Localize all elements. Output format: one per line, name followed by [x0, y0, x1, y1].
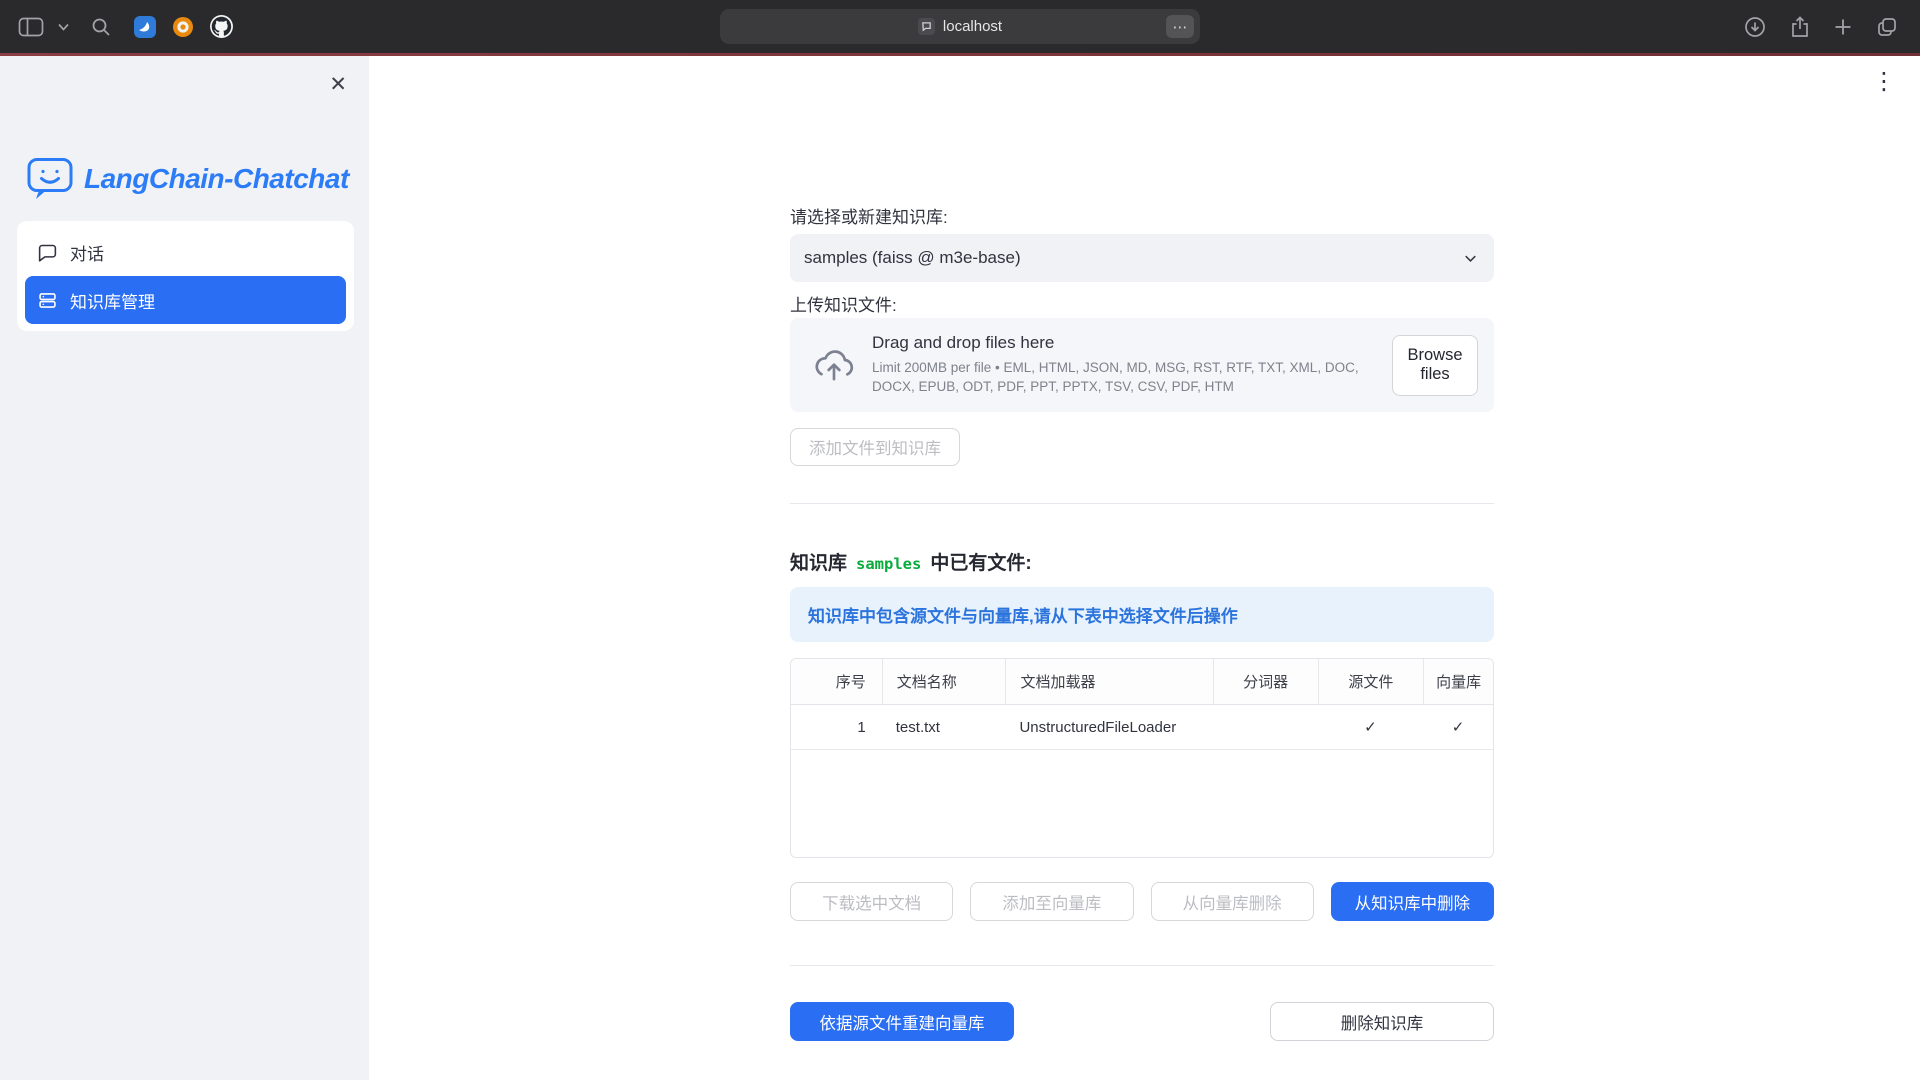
col-header-splitter[interactable]: 分词器	[1213, 659, 1318, 704]
add-files-to-kb-button[interactable]: 添加文件到知识库	[790, 428, 960, 466]
dropzone-title: Drag and drop files here	[872, 333, 1374, 353]
file-dropzone[interactable]: Drag and drop files here Limit 200MB per…	[790, 318, 1494, 412]
col-header-source[interactable]: 源文件	[1318, 659, 1424, 704]
kb-select-label: 请选择或新建知识库:	[790, 206, 1494, 230]
github-icon[interactable]	[209, 14, 234, 39]
app-menu-button[interactable]: ⋮	[1872, 70, 1896, 94]
col-header-loader[interactable]: 文档加载器	[1005, 659, 1212, 704]
dropzone-limit-text: Limit 200MB per file • EML, HTML, JSON, …	[872, 359, 1374, 397]
site-favicon	[918, 18, 935, 35]
main-content: 请选择或新建知识库: samples (faiss @ m3e-base) 上传…	[790, 112, 1494, 1041]
sidebar-close-button[interactable]: ✕	[329, 72, 347, 97]
delete-from-vector-button[interactable]: 从向量库删除	[1151, 882, 1314, 921]
kb-files-table: 序号 文档名称 文档加载器 分词器 源文件 向量库 1 test.txt Uns…	[790, 658, 1494, 858]
database-icon	[37, 290, 58, 311]
table-header-row: 序号 文档名称 文档加载器 分词器 源文件 向量库	[791, 659, 1493, 705]
sidebar-item-label: 对话	[70, 240, 104, 265]
kb-heading-suffix: 中已有文件:	[930, 548, 1031, 575]
divider	[790, 503, 1494, 504]
cell-index: 1	[791, 705, 882, 749]
cell-name: test.txt	[882, 705, 1006, 749]
cloud-upload-icon	[814, 345, 854, 385]
sidebar-toggle-icon[interactable]	[18, 17, 44, 37]
col-header-vector[interactable]: 向量库	[1423, 659, 1493, 704]
search-icon[interactable]	[91, 17, 111, 37]
kb-files-heading: 知识库 samples 中已有文件:	[790, 548, 1494, 575]
kb-action-buttons: 依据源文件重建向量库 删除知识库	[790, 1002, 1494, 1041]
uploader-texts: Drag and drop files here Limit 200MB per…	[872, 333, 1374, 397]
url-text: localhost	[943, 18, 1002, 35]
add-to-vector-button[interactable]: 添加至向量库	[970, 882, 1133, 921]
cell-splitter	[1213, 705, 1318, 749]
sidebar-item-dialogue[interactable]: 对话	[25, 228, 346, 276]
share-icon[interactable]	[1790, 16, 1810, 38]
new-tab-icon[interactable]	[1834, 18, 1852, 36]
sidebar: ✕ LangChain-Chatchat 对话	[0, 56, 369, 1080]
extension-icon-blue[interactable]	[133, 15, 157, 39]
cell-vector-check: ✓	[1423, 705, 1493, 749]
delete-kb-button[interactable]: 删除知识库	[1270, 1002, 1494, 1041]
cell-source-check: ✓	[1318, 705, 1424, 749]
kb-heading-prefix: 知识库	[790, 548, 847, 575]
info-alert: 知识库中包含源文件与向量库,请从下表中选择文件后操作	[790, 587, 1494, 642]
kb-select-dropdown[interactable]: samples (faiss @ m3e-base)	[790, 234, 1494, 282]
page-options-button[interactable]: ⋯	[1166, 15, 1194, 38]
kb-name-code: samples	[856, 555, 921, 573]
col-header-name[interactable]: 文档名称	[882, 659, 1006, 704]
table-row[interactable]: 1 test.txt UnstructuredFileLoader ✓ ✓	[791, 705, 1493, 750]
app-logo-text: LangChain-Chatchat	[84, 163, 349, 195]
browse-files-button[interactable]: Browse files	[1392, 335, 1478, 396]
chat-icon	[37, 242, 58, 263]
rebuild-vector-store-button[interactable]: 依据源文件重建向量库	[790, 1002, 1014, 1041]
address-bar[interactable]: localhost ⋯	[720, 9, 1200, 44]
extension-icon-orange[interactable]	[171, 15, 195, 39]
delete-from-kb-button[interactable]: 从知识库中删除	[1331, 882, 1494, 921]
downloads-icon[interactable]	[1744, 16, 1766, 38]
download-selected-button[interactable]: 下载选中文档	[790, 882, 953, 921]
upload-label: 上传知识文件:	[790, 294, 1494, 318]
kb-selected-value: samples (faiss @ m3e-base)	[804, 248, 1461, 268]
tab-overview-icon[interactable]	[1876, 16, 1898, 38]
app-logo: LangChain-Chatchat	[26, 156, 349, 202]
cell-loader: UnstructuredFileLoader	[1005, 705, 1212, 749]
chat-bubble-logo-icon	[26, 156, 74, 202]
select-chevron-icon	[1461, 249, 1480, 268]
col-header-index[interactable]: 序号	[791, 659, 882, 704]
sidebar-item-kb-management[interactable]: 知识库管理	[25, 276, 346, 324]
sidebar-menu: 对话 知识库管理	[17, 221, 354, 331]
sidebar-item-label: 知识库管理	[70, 288, 155, 313]
divider	[790, 965, 1494, 966]
chevron-down-icon[interactable]	[58, 23, 69, 31]
file-action-buttons: 下载选中文档 添加至向量库 从向量库删除 从知识库中删除	[790, 882, 1494, 921]
browser-toolbar: localhost ⋯	[0, 0, 1920, 53]
